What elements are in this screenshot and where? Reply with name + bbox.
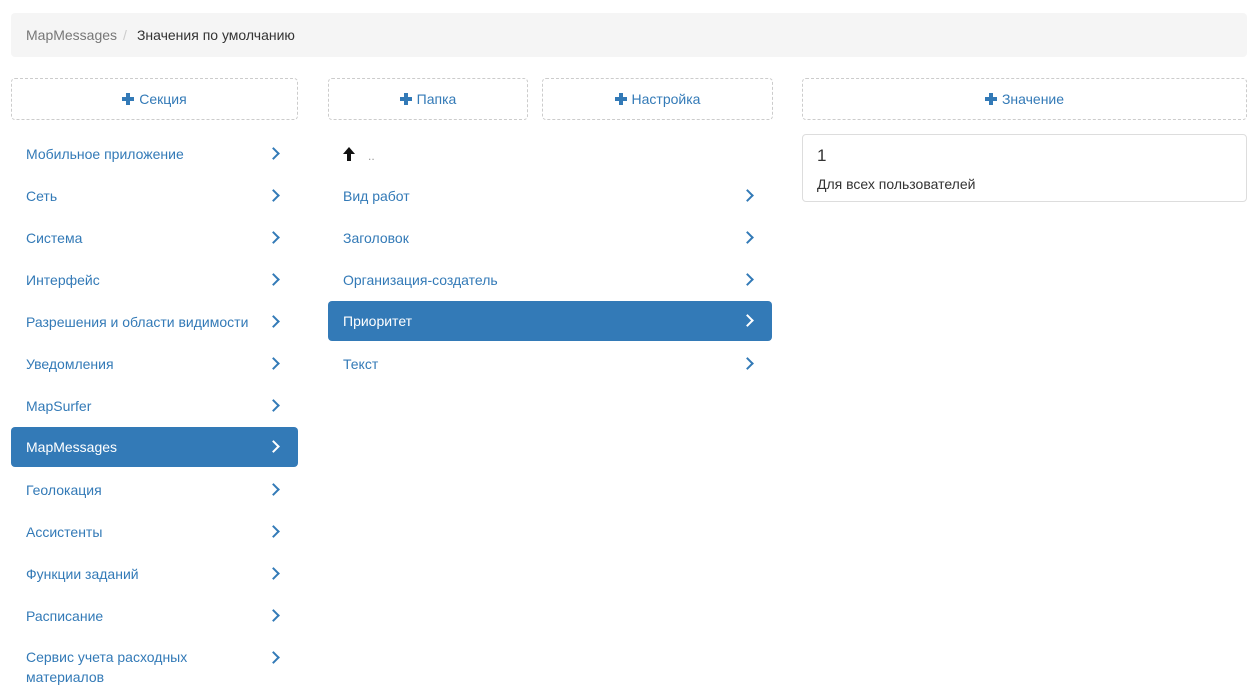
add-folder-label: Папка (416, 91, 457, 107)
setting-item[interactable]: Заголовок (328, 218, 772, 258)
section-item-label: Функции заданий (26, 566, 139, 582)
section-item[interactable]: Разрешения и области видимости (11, 302, 298, 342)
parent-folder-label: .. (368, 149, 375, 163)
section-item[interactable]: Функции заданий (11, 554, 298, 594)
setting-item-label: Вид работ (343, 188, 410, 204)
section-item-label: Мобильное приложение (26, 146, 184, 162)
breadcrumb-root[interactable]: MapMessages (26, 27, 117, 43)
section-item-label: Система (26, 230, 83, 246)
section-item-label: Ассистенты (26, 524, 103, 540)
section-item[interactable]: Мобильное приложение (11, 134, 298, 174)
section-item-label: Уведомления (26, 356, 114, 372)
section-item-label: Расписание (26, 608, 104, 624)
section-item-label: Сервис учета расходных материалов (26, 649, 188, 685)
setting-item[interactable]: Организация-создатель (328, 260, 772, 300)
value-card[interactable]: 1 Для всех пользователей (802, 134, 1247, 202)
add-setting-button[interactable]: Настройка (542, 78, 773, 120)
plus-icon (984, 93, 997, 105)
add-value-button[interactable]: Значение (802, 78, 1247, 120)
add-setting-label: Настройка (631, 91, 701, 107)
setting-item-label: Приоритет (343, 313, 413, 329)
breadcrumb-current: Значения по умолчанию (136, 27, 295, 43)
setting-item-active[interactable]: Приоритет (328, 301, 772, 341)
add-folder-button[interactable]: Папка (328, 78, 528, 120)
setting-item-label: Организация-создатель (343, 272, 498, 288)
value-scope: Для всех пользователей (817, 176, 976, 192)
add-value-label: Значение (1001, 91, 1065, 107)
section-item[interactable]: Расписание (11, 596, 298, 636)
section-item[interactable]: Система (11, 218, 298, 258)
setting-item-label: Текст (343, 356, 379, 372)
section-item[interactable]: Сеть (11, 176, 298, 216)
setting-item[interactable]: Текст (328, 344, 772, 384)
section-item-label: Геолокация (26, 482, 102, 498)
section-item[interactable]: MapSurfer (11, 386, 298, 426)
plus-icon (614, 93, 627, 105)
section-item[interactable]: Ассистенты (11, 512, 298, 552)
section-item[interactable]: Сервис учета расходных материалов (11, 647, 298, 689)
section-item[interactable]: Интерфейс (11, 260, 298, 300)
breadcrumb: MapMessages / Значения по умолчанию (11, 13, 1247, 57)
plus-icon (122, 93, 135, 105)
section-item-label: MapMessages (26, 439, 118, 455)
value-number: 1 (817, 146, 827, 165)
section-item[interactable]: Геолокация (11, 470, 298, 510)
setting-item[interactable]: Вид работ (328, 176, 772, 216)
add-section-button[interactable]: Секция (11, 78, 298, 120)
section-item-label: MapSurfer (26, 398, 92, 414)
section-item[interactable]: Уведомления (11, 344, 298, 384)
breadcrumb-separator: / (123, 27, 127, 43)
section-item-label: Разрешения и области видимости (26, 314, 249, 330)
parent-folder-link[interactable]: .. (328, 134, 772, 174)
section-item-label: Интерфейс (26, 272, 100, 288)
add-section-label: Секция (139, 91, 187, 107)
setting-item-label: Заголовок (343, 230, 409, 246)
section-item-active[interactable]: MapMessages (11, 427, 298, 467)
arrow-up-icon (343, 147, 355, 161)
section-item-label: Сеть (26, 188, 58, 204)
plus-icon (399, 93, 412, 105)
